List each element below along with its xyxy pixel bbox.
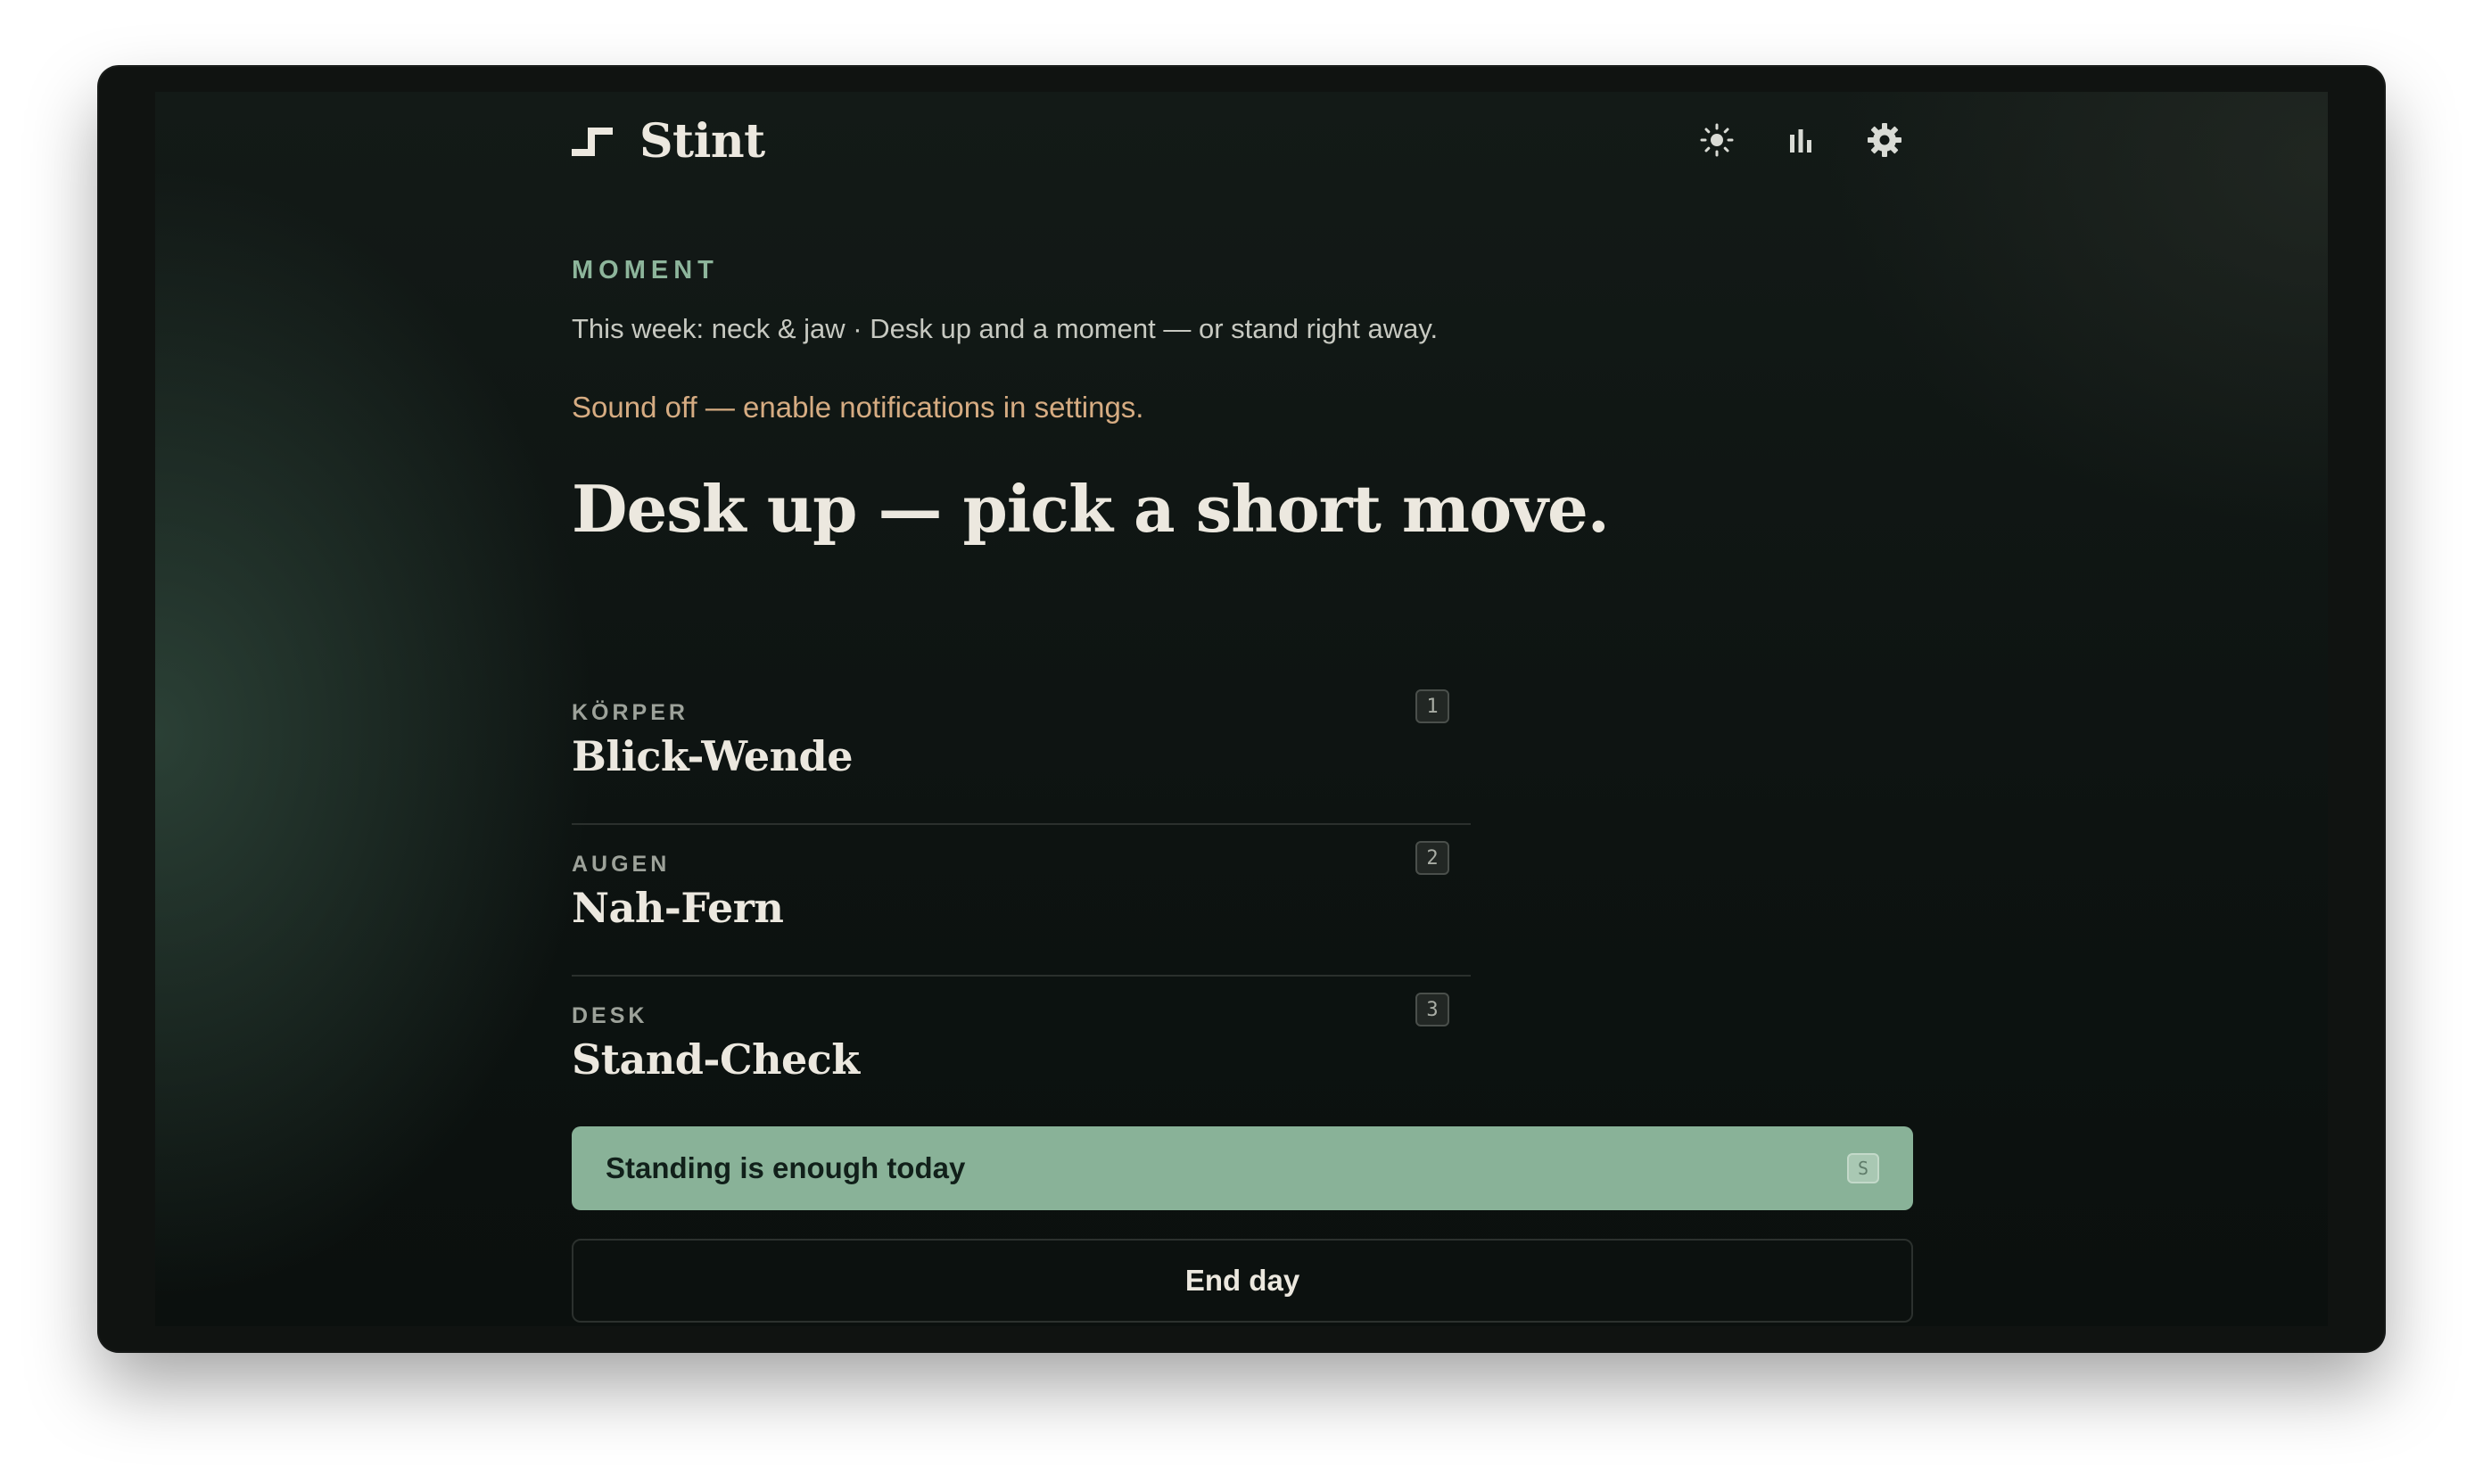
gear-icon xyxy=(1868,123,1901,157)
move-list: KÖRPER Blick-Wende 1 AUGEN Nah-Fern 2 DE… xyxy=(572,673,1471,1126)
week-focus-text: This week: neck & jaw · Desk up and a mo… xyxy=(572,313,1439,344)
section-eyebrow: MOMENT xyxy=(572,256,719,284)
brand[interactable]: Stint xyxy=(572,92,765,190)
sound-off-notice-link[interactable]: Sound off — enable notifications in sett… xyxy=(572,391,1143,425)
app-window: Stint MOMENT This week: neck & jaw · Des… xyxy=(99,67,2384,1351)
bar-chart-icon xyxy=(1790,129,1811,153)
move-title: Blick-Wende xyxy=(572,732,853,780)
sun-icon xyxy=(1700,123,1734,157)
main-content: Stint MOMENT This week: neck & jaw · Des… xyxy=(572,92,1913,1326)
page-headline: Desk up — pick a short move. xyxy=(572,471,1610,547)
shortcut-key-badge: 1 xyxy=(1415,689,1449,723)
stats-button[interactable] xyxy=(1772,111,1829,169)
move-category: KÖRPER xyxy=(572,700,689,725)
theme-toggle-button[interactable] xyxy=(1688,111,1745,169)
primary-button-label: Standing is enough today xyxy=(606,1151,966,1184)
shortcut-key-badge: 3 xyxy=(1415,993,1449,1026)
shortcut-key-badge: 2 xyxy=(1415,841,1449,875)
move-category: DESK xyxy=(572,1003,648,1028)
app-name: Stint xyxy=(639,113,765,169)
move-title: Stand-Check xyxy=(572,1035,860,1084)
app-screen: Stint MOMENT This week: neck & jaw · Des… xyxy=(155,92,2328,1326)
settings-button[interactable] xyxy=(1856,111,1913,169)
shortcut-key-badge: S xyxy=(1847,1153,1879,1183)
move-option-2[interactable]: AUGEN Nah-Fern 2 xyxy=(572,825,1471,977)
end-day-button[interactable]: End day xyxy=(572,1239,1913,1323)
move-option-1[interactable]: KÖRPER Blick-Wende 1 xyxy=(572,673,1471,825)
secondary-button-label: End day xyxy=(1184,1264,1300,1297)
move-title: Nah-Fern xyxy=(572,884,784,932)
move-option-3[interactable]: DESK Stand-Check 3 xyxy=(572,977,1471,1126)
stint-logo-icon xyxy=(572,128,615,158)
standing-enough-button[interactable]: Standing is enough today S xyxy=(572,1126,1913,1210)
move-category: AUGEN xyxy=(572,852,671,877)
toolbar xyxy=(1662,111,1913,169)
